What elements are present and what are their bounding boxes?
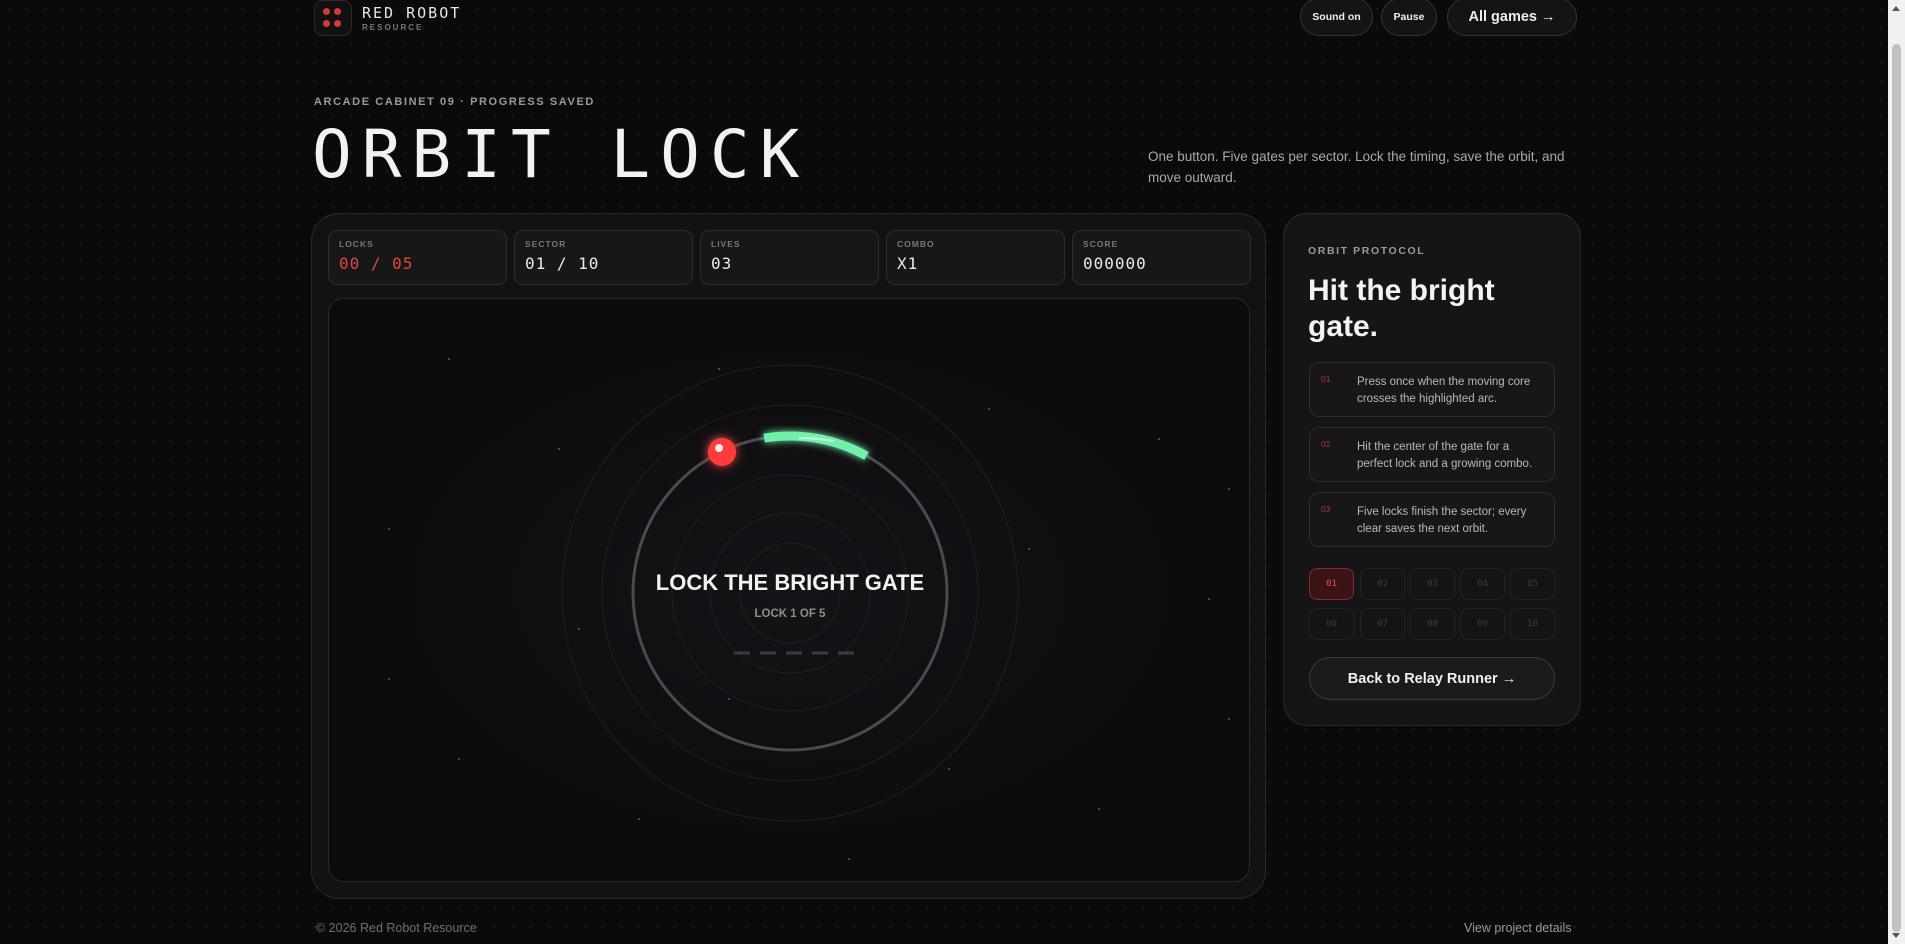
- rule-item: 02 Hit the center of the gate for a perf…: [1309, 427, 1555, 482]
- game-stage[interactable]: LOCK THE BRIGHT GATE LOCK 1 OF 5: [328, 298, 1250, 882]
- stat-value: 03: [711, 254, 733, 273]
- stat-value: 01 / 10: [525, 254, 600, 273]
- intro-text: One button. Five gates per sector. Lock …: [1148, 149, 1565, 185]
- stat-score: SCORE 000000: [1072, 230, 1251, 285]
- stat-label: SECTOR: [525, 239, 567, 249]
- level-button-03[interactable]: 03: [1410, 568, 1455, 600]
- rule-number: 01: [1321, 374, 1331, 384]
- scroll-up-arrow-icon[interactable]: [1892, 6, 1900, 11]
- level-button-06[interactable]: 06: [1309, 608, 1354, 640]
- stat-value: X1: [897, 254, 919, 273]
- rule-text: Five locks finish the sector; every clea…: [1357, 506, 1527, 535]
- rule-item: 01 Press once when the moving core cross…: [1309, 362, 1555, 417]
- rule-text: Press once when the moving core crosses …: [1357, 376, 1531, 405]
- stat-sector: SECTOR 01 / 10: [514, 230, 693, 285]
- stat-locks: LOCKS 00 / 05: [328, 230, 507, 285]
- cabinet-kicker: ARCADE CABINET 09 · PROGRESS SAVED: [314, 96, 595, 108]
- protocol-headline: Hit the bright gate.: [1308, 274, 1495, 343]
- project-details-link[interactable]: View project details: [1464, 921, 1571, 935]
- back-to-relay-runner-button[interactable]: Back to Relay Runner →: [1309, 657, 1555, 700]
- pause-button[interactable]: Pause: [1381, 0, 1437, 36]
- brand[interactable]: RED ROBOT RESOURCE: [314, 0, 461, 36]
- stage-prompt: LOCK THE BRIGHT GATE: [655, 570, 925, 595]
- sound-toggle-button[interactable]: Sound on: [1300, 0, 1373, 36]
- level-button-07[interactable]: 07: [1360, 608, 1405, 640]
- level-button-01[interactable]: 01: [1309, 568, 1354, 600]
- stat-value: 00 / 05: [339, 254, 414, 273]
- robot-logo-icon: [314, 0, 352, 36]
- rule-number: 02: [1321, 439, 1331, 449]
- stat-label: LIVES: [711, 239, 741, 249]
- level-button-04[interactable]: 04: [1460, 568, 1505, 600]
- brand-name: RED ROBOT: [362, 3, 462, 22]
- stat-label: SCORE: [1083, 239, 1119, 249]
- moving-core: [708, 438, 736, 466]
- stat-lives: LIVES 03: [700, 230, 879, 285]
- scroll-down-arrow-icon[interactable]: [1892, 933, 1900, 938]
- stat-label: COMBO: [897, 239, 935, 249]
- rule-text: Hit the center of the gate for a perfect…: [1357, 441, 1533, 470]
- protocol-panel: ORBIT PROTOCOL Hit the bright gate. 01 P…: [1283, 213, 1581, 726]
- brand-subtitle: RESOURCE: [362, 22, 424, 32]
- level-button-10[interactable]: 10: [1510, 608, 1555, 640]
- stat-label: LOCKS: [339, 239, 374, 249]
- stat-combo: COMBO X1: [886, 230, 1065, 285]
- rule-item: 03 Five locks finish the sector; every c…: [1309, 492, 1555, 547]
- level-button-09[interactable]: 09: [1460, 608, 1505, 640]
- footer-copyright: © 2026 Red Robot Resource: [316, 921, 477, 935]
- scrollbar-thumb[interactable]: [1892, 44, 1901, 932]
- game-panel: LOCKS 00 / 05 SECTOR 01 / 10 LIVES 03 CO…: [311, 213, 1266, 899]
- all-games-button[interactable]: All games →: [1447, 0, 1577, 36]
- page-title: ORBIT LOCK: [312, 116, 810, 193]
- level-button-02[interactable]: 02: [1360, 568, 1405, 600]
- level-button-05[interactable]: 05: [1510, 568, 1555, 600]
- stage-lock-counter: LOCK 1 OF 5: [754, 608, 826, 620]
- rule-number: 03: [1321, 504, 1331, 514]
- protocol-kicker: ORBIT PROTOCOL: [1308, 245, 1426, 257]
- level-button-08[interactable]: 08: [1410, 608, 1455, 640]
- stat-value: 000000: [1083, 254, 1147, 273]
